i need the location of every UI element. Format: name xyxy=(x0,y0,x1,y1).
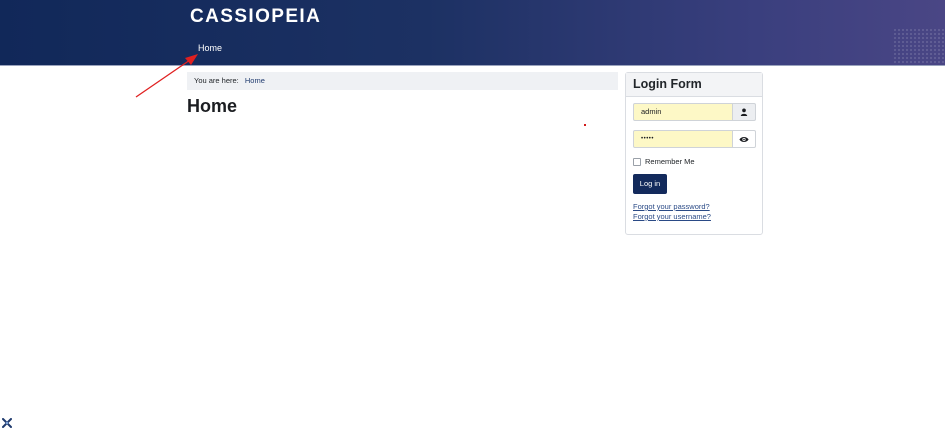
password-field[interactable]: ••••• xyxy=(633,130,733,148)
page-title: Home xyxy=(187,96,238,116)
login-button[interactable]: Log in xyxy=(633,174,667,194)
forgot-username-link[interactable]: Forgot your username? xyxy=(633,212,711,221)
user-icon xyxy=(733,103,756,121)
breadcrumb: You are here: Home xyxy=(187,72,618,90)
remember-me[interactable]: Remember Me xyxy=(633,157,695,166)
breadcrumb-item-home[interactable]: Home xyxy=(245,76,265,85)
login-form-title: Login Form xyxy=(633,77,702,91)
site-logo[interactable]: CASSIOPEIA xyxy=(190,6,321,28)
eye-icon[interactable] xyxy=(733,130,756,148)
username-group: admin xyxy=(633,103,756,121)
login-form-card: Login Form admin ••••• Remember Me Log i… xyxy=(625,72,763,235)
remember-me-label: Remember Me xyxy=(645,157,695,166)
password-group: ••••• xyxy=(633,130,756,148)
joomla-icon[interactable] xyxy=(2,418,12,428)
forgot-password-link[interactable]: Forgot your password? xyxy=(633,202,710,211)
username-field[interactable]: admin xyxy=(633,103,733,121)
red-marker xyxy=(584,124,586,126)
breadcrumb-label: You are here: xyxy=(194,76,239,85)
login-form-header: Login Form xyxy=(626,73,762,97)
remember-me-checkbox[interactable] xyxy=(633,157,641,166)
